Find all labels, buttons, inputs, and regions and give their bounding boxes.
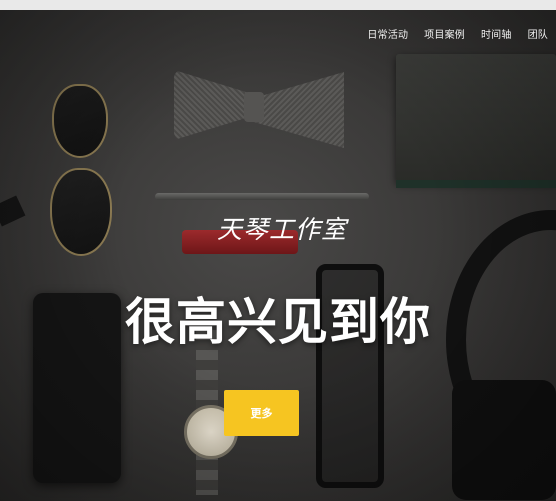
more-button[interactable]: 更多 — [224, 390, 299, 436]
nav-item-daily-activities[interactable]: 日常活动 — [359, 26, 416, 41]
main-nav: 日常活动 项目案例 时间轴 团队 — [359, 26, 556, 41]
nav-item-team[interactable]: 团队 — [520, 26, 556, 41]
nav-item-timeline[interactable]: 时间轴 — [473, 26, 520, 41]
nav-item-projects[interactable]: 项目案例 — [416, 26, 473, 41]
top-strip — [0, 0, 556, 10]
hero-headline: 很高兴见到你 — [125, 293, 431, 351]
hero-section: 日常活动 项目案例 时间轴 团队 天琴工作室 很高兴见到你 更多 — [0, 10, 556, 501]
hero-subtitle: 天琴工作室 — [216, 215, 347, 244]
page: 日常活动 项目案例 时间轴 团队 天琴工作室 很高兴见到你 更多 — [0, 0, 556, 501]
